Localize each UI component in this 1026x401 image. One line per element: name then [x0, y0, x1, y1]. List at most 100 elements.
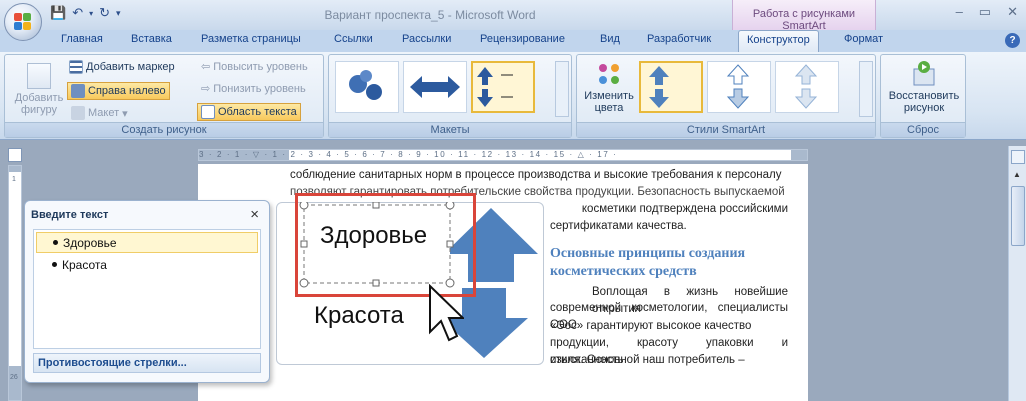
list-item[interactable]: Здоровье	[36, 232, 258, 253]
group-layouts-label: Макеты	[329, 122, 571, 137]
demote-arrow-icon: ⇨	[201, 83, 211, 95]
vruler-bottom-margin	[9, 366, 21, 400]
layout-icon	[71, 106, 85, 120]
promote-arrow-icon: ⇦	[201, 61, 211, 73]
tab-view[interactable]: Вид	[600, 33, 620, 45]
tab-insert[interactable]: Вставка	[131, 33, 172, 45]
vertical-ruler[interactable]: 1 26	[8, 165, 22, 401]
color-palette-icon	[599, 64, 619, 84]
bullet-icon	[53, 240, 58, 245]
layout-opposing-arrows-thumbnail[interactable]	[471, 61, 535, 113]
layout-double-arrow-thumbnail[interactable]	[403, 61, 467, 113]
tab-page-layout[interactable]: Разметка страницы	[201, 33, 301, 45]
style-thumbnail-3[interactable]	[775, 61, 839, 113]
customize-qat-icon[interactable]: ▾	[116, 8, 121, 19]
layouts-gallery	[335, 61, 551, 117]
help-icon[interactable]: ?	[1005, 33, 1020, 48]
reset-graphic-icon	[913, 61, 935, 86]
opposing-arrows-icon	[477, 67, 513, 107]
change-colors-button[interactable]: Изменить цвета	[581, 61, 637, 114]
window-title: Вариант проспекта_5 - Microsoft Word	[324, 8, 536, 22]
style-arrows-light-icon	[794, 64, 818, 109]
promote-button[interactable]: ⇦ Повысить уровень	[201, 60, 308, 74]
style-thumbnail-2[interactable]	[707, 61, 771, 113]
doc-line-3: косметики подтверждена российскими	[581, 203, 788, 215]
add-shape-button[interactable]: Добавить фигуру	[9, 63, 69, 116]
group-reset: Восстановить рисунок Сброс	[880, 54, 966, 138]
tab-home[interactable]: Главная	[61, 33, 103, 45]
close-icon[interactable]: ×	[250, 206, 259, 223]
layout-name-link[interactable]: Противостоящие стрелки...	[33, 353, 261, 373]
undo-icon[interactable]: ↶	[72, 5, 83, 21]
layout-dropdown[interactable]: Макет ▾	[71, 106, 128, 120]
bullet-icon	[52, 262, 57, 267]
doc-line-4: сертификатами качества.	[550, 220, 687, 232]
maximize-button[interactable]: ▭	[979, 4, 991, 20]
vruler-top-margin	[9, 166, 21, 172]
tab-references[interactable]: Ссылки	[334, 33, 373, 45]
list-item[interactable]: Красота	[36, 255, 258, 276]
styles-gallery	[639, 61, 855, 117]
ribbon: Добавить фигуру Добавить маркер Справа н…	[0, 52, 1026, 140]
bullet-list-icon	[69, 60, 83, 74]
chevron-down-icon: ▾	[122, 107, 128, 120]
text-pane-button[interactable]: Область текста	[197, 103, 301, 121]
style-arrows-outline-icon	[726, 64, 750, 109]
horizontal-arrows-icon	[410, 76, 460, 98]
tab-review[interactable]: Рецензирование	[480, 33, 565, 45]
tab-developer[interactable]: Разработчик	[647, 33, 711, 45]
gears-icon	[349, 70, 382, 100]
doc-heading-2: косметических средств	[550, 264, 697, 279]
smartart-text-pane: Введите текст × Здоровье Красота Противо…	[24, 200, 270, 383]
group-smartart-styles: Изменить цвета Стили SmartArt	[576, 54, 876, 138]
doc-para-5: стиля. Основной наш потребитель –	[550, 354, 745, 366]
ruler-toggle-icon[interactable]	[1011, 150, 1025, 164]
style-arrows-icon	[649, 66, 669, 108]
highlight-box	[295, 193, 476, 297]
doc-heading-1: Основные принципы создания	[550, 246, 746, 261]
vertical-scrollbar[interactable]: ▲	[1008, 146, 1026, 401]
right-to-left-icon	[71, 84, 85, 98]
mouse-cursor-icon	[429, 284, 464, 342]
office-logo-icon	[14, 13, 32, 31]
quick-access-toolbar: 💾 ↶ ▾ ↻ ▾	[50, 5, 121, 21]
doc-line-1: соблюдение санитарных норм в процессе пр…	[290, 169, 782, 181]
add-bullet-button[interactable]: Добавить маркер	[69, 60, 175, 74]
ruler-right-margin	[791, 150, 807, 160]
layout-gears-thumbnail[interactable]	[335, 61, 399, 113]
redo-icon[interactable]: ↻	[99, 5, 110, 21]
doc-para-3: «Эос» гарантируют высокое качество	[550, 320, 752, 332]
style-thumbnail-1[interactable]	[639, 61, 703, 113]
reset-graphic-button[interactable]: Восстановить рисунок	[885, 59, 963, 114]
tab-design[interactable]: Конструктор	[738, 30, 819, 52]
horizontal-ruler[interactable]: 3 · 2 · 1 · ▽ · 1 · 2 · 3 · 4 · 5 · 6 · …	[198, 149, 808, 161]
title-bar: 💾 ↶ ▾ ↻ ▾ Вариант проспекта_5 - Microsof…	[0, 0, 1026, 32]
group-layouts: Макеты	[328, 54, 572, 138]
group-smartart-styles-label: Стили SmartArt	[577, 122, 875, 137]
text-pane-title: Введите текст	[31, 209, 109, 221]
context-tab-group: Работа с рисунками SmartArt	[732, 0, 876, 32]
group-create-graphic-label: Создать рисунок	[5, 122, 323, 137]
undo-dropdown-icon[interactable]: ▾	[89, 9, 93, 18]
text-pane-icon	[201, 105, 215, 119]
right-to-left-button[interactable]: Справа налево	[67, 82, 170, 100]
minimize-button[interactable]: –	[956, 4, 963, 20]
smartart-item-beauty[interactable]: Красота	[314, 302, 404, 330]
group-create-graphic: Добавить фигуру Добавить маркер Справа н…	[4, 54, 324, 138]
layouts-gallery-scroll[interactable]	[555, 61, 569, 117]
tab-format[interactable]: Формат	[844, 33, 883, 45]
group-reset-label: Сброс	[881, 122, 965, 137]
add-shape-icon	[27, 63, 51, 89]
save-icon[interactable]: 💾	[50, 5, 66, 21]
text-pane-list[interactable]: Здоровье Красота	[33, 229, 261, 349]
office-button[interactable]	[4, 3, 42, 41]
demote-button[interactable]: ⇨ Понизить уровень	[201, 82, 306, 96]
window-controls: – ▭ ✕	[956, 4, 1018, 20]
scrollbar-thumb[interactable]	[1011, 186, 1025, 246]
ribbon-tabs: Главная Вставка Разметка страницы Ссылки…	[0, 30, 1026, 52]
ruler-tab-selector[interactable]	[8, 148, 22, 162]
scroll-up-icon[interactable]: ▲	[1013, 170, 1023, 179]
close-button[interactable]: ✕	[1007, 4, 1018, 20]
styles-gallery-scroll[interactable]	[859, 61, 873, 117]
tab-mailings[interactable]: Рассылки	[402, 33, 451, 45]
